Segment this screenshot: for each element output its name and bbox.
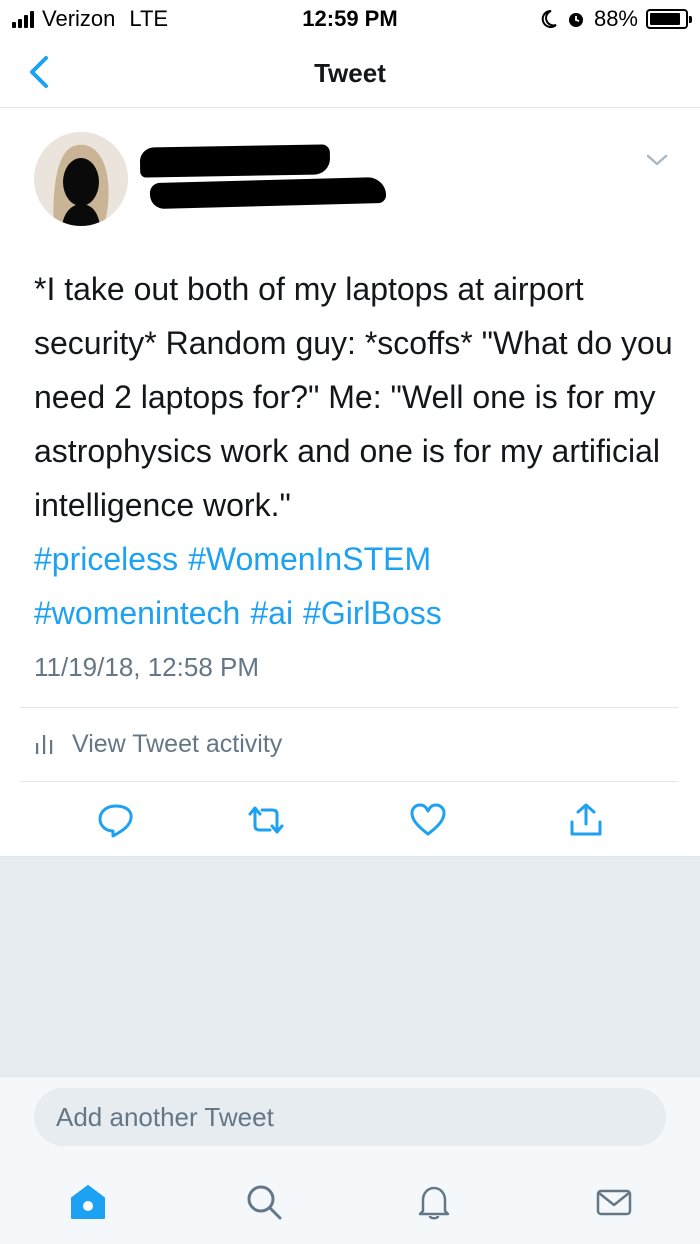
tab-messages[interactable] <box>594 1182 634 1222</box>
divider <box>20 707 678 708</box>
view-tweet-activity-button[interactable]: View Tweet activity <box>34 726 282 762</box>
add-tweet-input[interactable]: Add another Tweet <box>34 1088 666 1146</box>
battery-percent: 88% <box>593 6 638 31</box>
redacted-display-name <box>139 144 331 178</box>
tweet-text: *I take out both of my laptops at airpor… <box>34 271 673 523</box>
search-icon <box>247 1185 282 1220</box>
heart-icon <box>410 803 446 836</box>
share-icon <box>570 803 602 836</box>
chevron-down-icon <box>646 154 668 166</box>
hashtag-link[interactable]: #womenintech <box>34 595 240 631</box>
retweet-icon <box>248 806 284 834</box>
tweet-hashtags: #priceless #WomenInSTEM #womenintech #ai #G… <box>34 532 674 640</box>
navigation-bar: Tweet <box>0 38 700 108</box>
tab-search[interactable] <box>244 1182 284 1222</box>
share-button[interactable] <box>566 802 606 838</box>
tab-home[interactable] <box>68 1182 108 1222</box>
hashtag-link[interactable]: #WomenInSTEM <box>188 541 431 577</box>
tweet-timestamp: 11/19/18, 12:58 PM <box>34 652 260 682</box>
reply-button[interactable] <box>96 802 136 838</box>
battery-fill <box>650 13 680 25</box>
reply-icon <box>98 804 133 838</box>
home-icon <box>71 1185 105 1219</box>
status-right: 88% <box>540 6 692 32</box>
hashtag-link[interactable]: #GirlBoss <box>303 595 442 631</box>
status-bar: Verizon LTE 12:59 PM 88% <box>0 0 700 38</box>
page-title: Tweet <box>314 58 386 88</box>
redacted-username <box>149 176 387 210</box>
divider <box>20 781 678 782</box>
like-button[interactable] <box>408 802 448 838</box>
retweet-button[interactable] <box>244 802 284 838</box>
avatar-image <box>34 132 128 226</box>
alarm-icon <box>568 13 583 27</box>
more-options-button[interactable] <box>642 150 672 170</box>
moon-icon <box>541 9 557 28</box>
tab-notifications[interactable] <box>414 1182 454 1222</box>
hashtag-link[interactable]: #priceless <box>34 541 178 577</box>
battery-icon <box>646 9 692 29</box>
empty-replies-area <box>0 856 700 1076</box>
mail-icon <box>596 1189 632 1216</box>
hashtag-link[interactable]: #ai <box>250 595 293 631</box>
avatar[interactable] <box>34 132 128 226</box>
bell-icon <box>418 1186 450 1220</box>
bar-chart-icon <box>36 735 53 754</box>
activity-label: View Tweet activity <box>72 729 283 758</box>
